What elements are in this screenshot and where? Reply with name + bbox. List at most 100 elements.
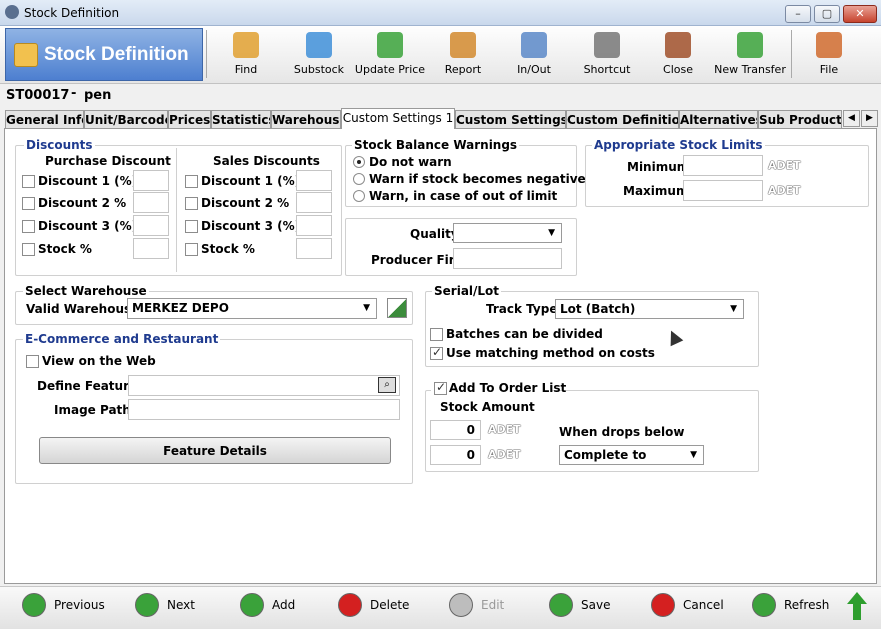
quality-select[interactable]: ▼ [453, 223, 562, 243]
cancel-button[interactable]: Cancel [651, 592, 747, 620]
window-title: Stock Definition [24, 6, 120, 20]
tab-general-info[interactable]: General Info [5, 110, 84, 129]
toolbar-in-out-button[interactable]: In/Out [504, 30, 564, 80]
title-bar: Stock Definition – ▢ ✕ [0, 0, 881, 26]
define-feature-input[interactable] [128, 375, 400, 396]
minimum-unit: ADET [768, 159, 801, 172]
stock-amount-input-1[interactable]: 0 [430, 420, 481, 440]
stock-warnings-title: Stock Balance Warnings [352, 138, 520, 152]
tab-scroll-right[interactable]: ▶ [861, 110, 878, 127]
sales-discount-label: Discount 1 (%) [201, 174, 301, 188]
purchase-discount-title: Purchase Discount [45, 154, 171, 168]
add-to-order-checkbox[interactable] [434, 380, 447, 395]
feature-lookup-icon[interactable]: ⌕ [378, 377, 396, 393]
tab-custom-definitions[interactable]: Custom Definitions [566, 110, 679, 129]
track-type-label: Track Type [486, 302, 558, 316]
tab-custom-settings-2[interactable]: Custom Settings 2 [455, 110, 566, 129]
toolbar-file-button[interactable]: File [799, 30, 859, 80]
stock-warning-option: Warn if stock becomes negative [369, 172, 586, 186]
tab-scroll-left[interactable]: ◀ [843, 110, 860, 127]
purchase-discount-input[interactable] [133, 192, 169, 213]
image-path-label: Image Path [54, 403, 131, 417]
purchase-discount-input[interactable] [133, 170, 169, 191]
purchase-discount-checkbox[interactable] [22, 243, 35, 256]
app-icon [5, 5, 19, 19]
minimum-input[interactable] [683, 155, 763, 176]
sales-discount-checkbox[interactable] [185, 175, 198, 188]
tab-warehouse[interactable]: Warehouse [271, 110, 341, 129]
purchase-discount-checkbox[interactable] [22, 220, 35, 233]
save-button[interactable]: Save [549, 592, 645, 620]
add-button[interactable]: Add [240, 592, 336, 620]
tab-unit-barcode[interactable]: Unit/Barcode [84, 110, 168, 129]
sales-discount-checkbox[interactable] [185, 220, 198, 233]
toolbar-close-button[interactable]: Close [648, 30, 708, 80]
feature-details-button[interactable]: Feature Details [39, 437, 391, 464]
sales-discount-input[interactable] [296, 192, 332, 213]
stock-warning-radio[interactable] [353, 173, 365, 185]
toolbar-new-transfer-button[interactable]: New Transfer [710, 30, 790, 80]
stock-warning-radio[interactable] [353, 156, 365, 168]
maximum-input[interactable] [683, 180, 763, 201]
delete-button[interactable]: Delete [338, 592, 434, 620]
next-button[interactable]: Next [135, 592, 231, 620]
toolbar-label: Report [444, 63, 482, 76]
maximum-label: Maximum [623, 184, 689, 198]
toolbar-substock-button[interactable]: Substock [289, 30, 349, 80]
banner: Stock Definition [5, 28, 203, 81]
previous-icon [22, 593, 46, 617]
producer-firm-input[interactable] [453, 248, 562, 269]
delete-label: Delete [370, 598, 410, 612]
matching-method-label: Use matching method on costs [446, 346, 655, 360]
tab-sub-products[interactable]: Sub Products [758, 110, 842, 129]
tab-custom-settings-1[interactable]: Custom Settings 1 [341, 108, 455, 129]
chevron-down-icon: ▼ [363, 303, 370, 313]
sales-discount-checkbox[interactable] [185, 197, 198, 210]
tab-alternatives[interactable]: Alternatives [679, 110, 758, 129]
track-type-select[interactable]: Lot (Batch) ▼ [555, 299, 744, 319]
cancel-label: Cancel [683, 598, 724, 612]
toolbar-label: Substock [293, 63, 345, 76]
image-path-input[interactable] [128, 399, 400, 420]
toolbar-shortcut-button[interactable]: Shortcut [577, 30, 637, 80]
previous-button[interactable]: Previous [22, 592, 118, 620]
complete-to-select[interactable]: Complete to ▼ [559, 445, 704, 465]
edit-button[interactable]: Edit [449, 592, 545, 620]
toolbar-report-button[interactable]: Report [433, 30, 493, 80]
purchase-discount-input[interactable] [133, 238, 169, 259]
sales-discount-input[interactable] [296, 238, 332, 259]
minimize-button[interactable]: – [785, 5, 811, 23]
refresh-button[interactable]: Refresh [752, 592, 848, 620]
feature-details-label: Feature Details [163, 444, 267, 458]
purchase-discount-input[interactable] [133, 215, 169, 236]
toolbar-label: Update Price [354, 63, 426, 76]
purchase-discount-checkbox[interactable] [22, 175, 35, 188]
stock-warning-radio[interactable] [353, 190, 365, 202]
close-window-button[interactable]: ✕ [843, 5, 877, 23]
sales-discount-input[interactable] [296, 215, 332, 236]
sales-discount-input[interactable] [296, 170, 332, 191]
save-label: Save [581, 598, 611, 612]
stock-amount-input-2[interactable]: 0 [430, 445, 481, 465]
toolbar-find-button[interactable]: Find [216, 30, 276, 80]
toolbar-label: Shortcut [583, 63, 631, 76]
sales-discount-title: Sales Discounts [213, 154, 320, 168]
stock-warning-option: Warn, in case of out of limit [369, 189, 558, 203]
tab-prices[interactable]: Prices [168, 110, 211, 129]
toolbar-label: Find [234, 63, 258, 76]
file-icon [816, 32, 842, 58]
warehouse-picker-icon[interactable] [387, 298, 407, 318]
toolbar-update-price-button[interactable]: Update Price [354, 30, 426, 80]
matching-method-checkbox[interactable] [430, 345, 443, 360]
valid-warehouse-label: Valid Warehouse [26, 302, 140, 316]
tab-statistics[interactable]: Statistics [211, 110, 271, 129]
valid-warehouse-select[interactable]: MERKEZ DEPO ▼ [127, 298, 377, 319]
sales-discount-checkbox[interactable] [185, 243, 198, 256]
view-on-web-checkbox[interactable] [26, 355, 39, 368]
scroll-up-arrow-icon[interactable] [847, 592, 867, 620]
quality-label: Quality [410, 227, 459, 241]
batches-divided-checkbox[interactable] [430, 328, 443, 341]
purchase-discount-checkbox[interactable] [22, 197, 35, 210]
maximize-button[interactable]: ▢ [814, 5, 840, 23]
sales-discount-label: Stock % [201, 242, 255, 256]
